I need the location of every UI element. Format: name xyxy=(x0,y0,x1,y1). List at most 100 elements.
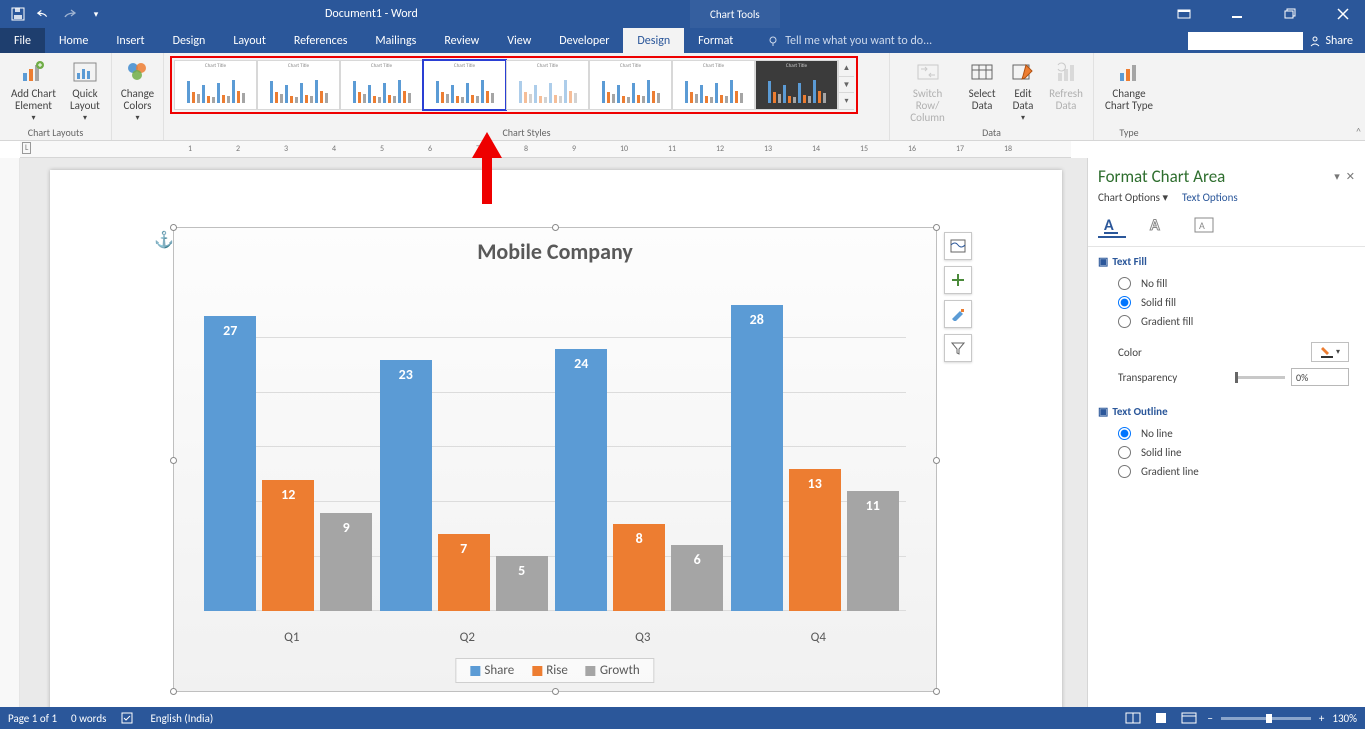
no-fill-radio[interactable] xyxy=(1118,277,1131,290)
text-fill-header[interactable]: ▣Text Fill xyxy=(1098,255,1355,268)
bar-rise-q3[interactable]: 8 xyxy=(613,524,665,611)
bar-rise-q2[interactable]: 7 xyxy=(438,534,490,611)
chart-title[interactable]: Mobile Company xyxy=(174,228,936,265)
spellcheck-icon[interactable] xyxy=(120,711,136,725)
chart-style-2[interactable]: Chart Title xyxy=(257,60,340,110)
restore-button[interactable] xyxy=(1267,0,1312,28)
bar-growth-q4[interactable]: 11 xyxy=(847,491,899,611)
tab-design[interactable]: Design xyxy=(159,28,220,53)
text-effects-icon[interactable]: A xyxy=(1144,214,1172,238)
chart-object[interactable]: Mobile Company 2712923752486281311 Q1Q2Q… xyxy=(173,227,937,692)
chart-style-4[interactable]: Chart Title xyxy=(423,60,506,110)
chart-style-1[interactable]: Chart Title xyxy=(174,60,257,110)
tab-chart-design[interactable]: Design xyxy=(623,28,684,53)
task-pane-options-icon[interactable]: ▾ xyxy=(1334,170,1340,183)
bar-growth-q2[interactable]: 5 xyxy=(496,556,548,611)
horizontal-ruler[interactable]: L 123456789101112131415161718 xyxy=(20,141,1071,158)
quick-layout-button[interactable]: Quick Layout▾ xyxy=(65,56,105,125)
chart-style-7[interactable]: Chart Title xyxy=(672,60,755,110)
text-fill-outline-icon[interactable]: A xyxy=(1098,214,1126,238)
textbox-icon[interactable]: A xyxy=(1190,214,1218,238)
language-indicator[interactable]: English (India) xyxy=(150,712,213,725)
bar-rise-q1[interactable]: 12 xyxy=(262,480,314,611)
word-count[interactable]: 0 words xyxy=(71,712,106,725)
add-chart-element-button[interactable]: Add Chart Element▾ xyxy=(6,56,61,125)
bar-share-q3[interactable]: 24 xyxy=(555,349,607,611)
read-mode-icon[interactable] xyxy=(1123,710,1143,726)
bar-rise-q4[interactable]: 13 xyxy=(789,469,841,611)
bar-growth-q1[interactable]: 9 xyxy=(320,513,372,611)
zoom-level[interactable]: 130% xyxy=(1332,712,1357,725)
chart-style-6[interactable]: Chart Title xyxy=(589,60,672,110)
bar-share-q4[interactable]: 28 xyxy=(731,305,783,611)
chart-legend[interactable]: ShareRiseGrowth xyxy=(455,658,654,683)
minimize-button[interactable] xyxy=(1214,0,1259,28)
chart-options-tab[interactable]: Chart Options ▾ xyxy=(1098,191,1168,204)
tab-view[interactable]: View xyxy=(493,28,545,53)
redo-icon[interactable] xyxy=(62,6,78,22)
transparency-slider[interactable] xyxy=(1235,376,1285,379)
transparency-spinner[interactable]: 0% xyxy=(1291,368,1349,386)
no-line-radio[interactable] xyxy=(1118,427,1131,440)
chart-elements-icon[interactable] xyxy=(944,266,972,294)
change-colors-button[interactable]: Change Colors▾ xyxy=(117,56,158,125)
format-chart-area-pane: Format Chart Area ▾ ✕ Chart Options ▾ Te… xyxy=(1087,158,1365,707)
select-data-button[interactable]: Select Data xyxy=(963,56,1001,114)
tab-home[interactable]: Home xyxy=(45,28,102,53)
ribbon-display-icon[interactable] xyxy=(1161,0,1206,28)
gallery-more-icon[interactable]: ▾ xyxy=(839,93,854,110)
color-picker-button[interactable]: ▾ xyxy=(1311,342,1349,362)
solid-fill-radio[interactable] xyxy=(1118,296,1131,309)
switch-row-column-button: Switch Row/ Column xyxy=(896,56,959,126)
bar-growth-q3[interactable]: 6 xyxy=(671,545,723,611)
chart-plot-area[interactable]: 2712923752486281311 xyxy=(204,283,906,611)
page: ⚓ Mobile Company 2712923752486281311 Q1Q… xyxy=(50,170,1062,707)
bar-share-q1[interactable]: 27 xyxy=(204,316,256,611)
anchor-icon[interactable]: ⚓ xyxy=(154,230,174,250)
collapse-ribbon-icon[interactable]: ^ xyxy=(1356,125,1361,138)
gradient-line-radio[interactable] xyxy=(1118,465,1131,478)
layout-options-icon[interactable] xyxy=(944,232,972,260)
chart-style-8[interactable]: Chart Title xyxy=(755,60,838,110)
zoom-in-icon[interactable]: + xyxy=(1319,712,1324,725)
vertical-ruler[interactable] xyxy=(0,158,20,707)
bar-share-q2[interactable]: 23 xyxy=(380,360,432,611)
undo-icon[interactable] xyxy=(36,6,52,22)
zoom-out-icon[interactable]: − xyxy=(1207,712,1212,725)
save-icon[interactable] xyxy=(10,6,26,22)
change-colors-icon xyxy=(124,58,152,86)
chart-style-5[interactable]: Chart Title xyxy=(506,60,589,110)
tab-mailings[interactable]: Mailings xyxy=(361,28,430,53)
titlebar-search-box[interactable] xyxy=(1188,32,1303,50)
tab-chart-format[interactable]: Format xyxy=(684,28,747,53)
chevron-up-icon[interactable]: ▲ xyxy=(839,60,854,77)
edit-data-button[interactable]: Edit Data▾ xyxy=(1005,56,1041,125)
tell-me-search[interactable]: Tell me what you want to do... xyxy=(767,28,932,53)
tab-insert[interactable]: Insert xyxy=(102,28,158,53)
tab-layout[interactable]: Layout xyxy=(219,28,280,53)
chart-styles-icon[interactable] xyxy=(944,300,972,328)
page-indicator[interactable]: Page 1 of 1 xyxy=(8,712,57,725)
qat-customize-icon[interactable]: ▾ xyxy=(88,6,104,22)
share-button[interactable]: Share xyxy=(1309,34,1353,48)
chevron-down-icon[interactable]: ▼ xyxy=(839,77,854,94)
tab-file[interactable]: File xyxy=(0,28,45,53)
chart-styles-gallery[interactable]: Chart Title Chart Title Chart Title Char… xyxy=(170,56,858,114)
tab-review[interactable]: Review xyxy=(430,28,493,53)
change-chart-type-button[interactable]: Change Chart Type xyxy=(1100,56,1158,114)
gradient-fill-radio[interactable] xyxy=(1118,315,1131,328)
print-layout-icon[interactable] xyxy=(1151,710,1171,726)
close-button[interactable] xyxy=(1320,0,1365,28)
zoom-slider[interactable] xyxy=(1221,717,1311,720)
tab-developer[interactable]: Developer xyxy=(545,28,623,53)
text-options-tab[interactable]: Text Options xyxy=(1182,191,1238,204)
solid-line-radio[interactable] xyxy=(1118,446,1131,459)
chart-filters-icon[interactable] xyxy=(944,334,972,362)
tab-references[interactable]: References xyxy=(280,28,362,53)
text-outline-header[interactable]: ▣Text Outline xyxy=(1098,405,1355,418)
document-canvas[interactable]: ⚓ Mobile Company 2712923752486281311 Q1Q… xyxy=(20,158,1087,707)
close-pane-icon[interactable]: ✕ xyxy=(1346,170,1355,183)
chart-style-3[interactable]: Chart Title xyxy=(340,60,423,110)
web-layout-icon[interactable] xyxy=(1179,710,1199,726)
gallery-scroll[interactable]: ▲▼▾ xyxy=(838,60,854,110)
